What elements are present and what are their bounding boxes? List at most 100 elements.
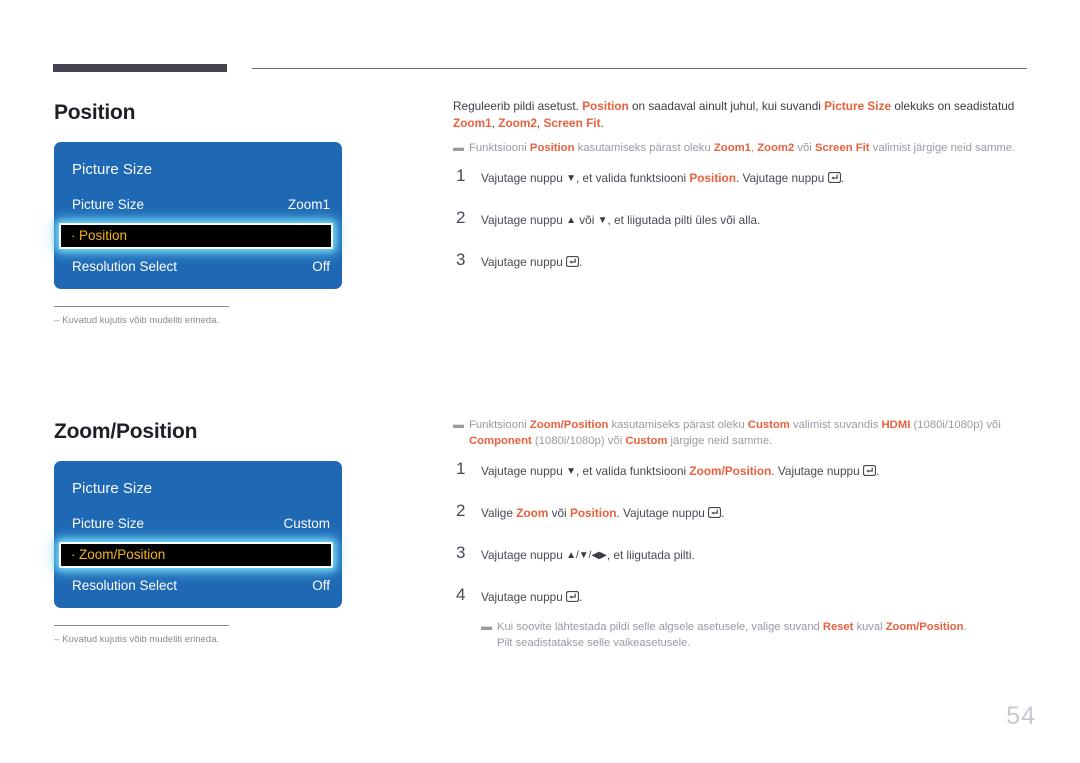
note-term: Zoom1 [713,142,751,154]
bullet-icon: · [71,228,76,243]
arrow-up-icon: ▲ [566,550,576,561]
note-dash-icon: ▬ [453,142,464,154]
note-term: Screen Fit [814,142,870,154]
note-text: kasutamiseks pärast oleku [608,419,748,431]
caption-text-row: – Kuvatud kujutis võib mudeliti erineda. [54,315,229,326]
step-number: 1 [456,459,466,478]
page-title-position: Position [54,101,136,124]
step-text: . Vajutage nuppu [735,171,828,185]
step-item: 2 Vajutage nuppu ▲ või ▼, et liigutada p… [453,208,1031,236]
arrow-left-icon: ◀ [591,550,600,561]
step-number: 2 [456,501,466,520]
osd-header-label: Picture Size [72,480,153,497]
subnote-text: Kui soovite lähtestada pildi selle algse… [497,621,823,633]
step-text: või [575,213,598,227]
intro-text: . [600,115,604,130]
step-text: , et liigutada pilti üles või alla. [607,213,761,227]
note-term: Custom [625,435,668,447]
step-text: Vajutage nuppu [481,171,567,185]
intro-term: Picture Size [824,99,892,113]
subnote-second-line: Pilt seadistatakse selle vaikeasetusele. [497,637,691,649]
step-number: 4 [456,585,466,604]
step-text: . Vajutage nuppu [616,506,709,520]
subnote-term: Reset [822,621,854,633]
step-text: . [579,590,583,604]
intro-term: Screen Fit [543,115,601,130]
step-term: Position [689,171,736,185]
enter-key-icon [566,591,580,602]
step-text: Vajutage nuppu [481,213,567,227]
arrow-down-icon: ▼ [566,173,576,184]
note-term: Position [529,142,575,154]
note-position: ▬ Funktsiooni Position kasutamiseks päras… [453,140,1031,156]
step-text: Vajutage nuppu [481,255,567,269]
osd-row-label: · Position [71,223,127,249]
osd-row-position-selected[interactable]: · Position [59,223,333,249]
caption-dash-icon: – [54,634,60,645]
intro-paragraph-position: Reguleerib pildi asetust. Position on sa… [453,98,1031,131]
osd-menu-position: Picture Size Picture Size Zoom1 · Positio… [54,142,342,289]
osd-row-resolution-select[interactable]: Resolution Select Off [54,252,342,282]
step-item: 3 Vajutage nuppu ▲/▼/◀▶, et liigutada pi… [453,543,1031,571]
note-text: Funktsiooni [469,419,530,431]
intro-text: olekuks on seadistatud [891,99,1015,113]
step-text: . Vajutage nuppu [771,464,863,478]
osd-row-label: Picture Size [72,197,145,212]
note-text: või [794,142,815,154]
note-zoom-position: ▬ Funktsiooni Zoom/Position kasutamiseks … [453,417,1031,449]
figure-caption-position: – Kuvatud kujutis võib mudeliti erineda. [54,306,229,326]
caption-rule [54,306,229,307]
header-rule [53,64,1027,74]
step-term: Position [569,506,617,520]
note-term: Zoom/Position [529,419,609,431]
osd-row-zoom-position-selected[interactable]: · Zoom/Position [59,542,333,568]
osd-row-picture-size[interactable]: Picture Size Custom [54,509,342,539]
arrow-down-icon: ▼ [578,550,589,561]
content-column-zoom-position: ▬ Funktsiooni Zoom/Position kasutamiseks … [453,417,1031,651]
step-item: 1 Vajutage nuppu ▼, et valida funktsioon… [453,167,1031,194]
osd-menu-zoom-position: Picture Size Picture Size Custom · Zoom/P… [54,461,342,608]
intro-text: Reguleerib pildi asetust. [453,99,583,113]
step-text: . [840,171,844,185]
step-text: . [721,506,725,520]
step-number: 2 [456,208,466,227]
osd-row-resolution-select[interactable]: Resolution Select Off [54,571,342,601]
step-text: , et valida funktsiooni [575,464,690,478]
arrow-right-icon: ▶ [599,550,607,561]
osd-row-value: Off [312,578,330,593]
step-term: Zoom/Position [689,464,772,478]
osd-row-label: Resolution Select [72,259,178,274]
note-text: valimist suvandis [789,419,882,431]
step-text: , et valida funktsiooni [575,171,690,185]
osd-row-picture-size[interactable]: Picture Size Zoom1 [54,190,342,220]
caption-rule [54,625,229,626]
page-number: 54 [1006,702,1036,730]
caption-text: Kuvatud kujutis võib mudeliti erineda. [62,634,220,645]
enter-key-icon [566,256,580,267]
steps-list-zoom-position: 1 Vajutage nuppu ▼, et valida funktsioon… [453,459,1031,651]
step-text: Vajutage nuppu [481,590,567,604]
step-number: 3 [456,250,466,269]
note-term: Zoom2 [757,142,795,154]
figure-caption-zoom-position: – Kuvatud kujutis võib mudeliti erineda. [54,625,229,645]
step-text: Vajutage nuppu [481,548,567,562]
step-term: Zoom [516,506,549,520]
step-number: 3 [456,543,466,562]
note-term: Component [469,435,532,447]
caption-dash-icon: – [54,315,60,326]
intro-term: Position [582,99,629,113]
page-title-zoom-position: Zoom/Position [54,420,198,443]
intro-text: on saadaval ainult juhul, kui suvandi [628,99,825,113]
enter-key-icon [827,172,841,183]
step-text: . [875,464,880,478]
step-item: 3 Vajutage nuppu . [453,250,1031,278]
step-text: , et liigutada pilti. [606,548,695,562]
content-column-position: Reguleerib pildi asetust. Position on sa… [453,98,1031,296]
subnote-term: Zoom/Position [885,621,964,633]
arrow-down-icon: ▼ [566,466,576,477]
intro-term: Zoom2 [498,115,537,130]
note-text: kasutamiseks pärast oleku [574,142,714,154]
intro-term: Zoom1 [453,115,492,130]
caption-text-row: – Kuvatud kujutis võib mudeliti erineda. [54,634,229,645]
osd-row-label: Resolution Select [72,578,178,593]
